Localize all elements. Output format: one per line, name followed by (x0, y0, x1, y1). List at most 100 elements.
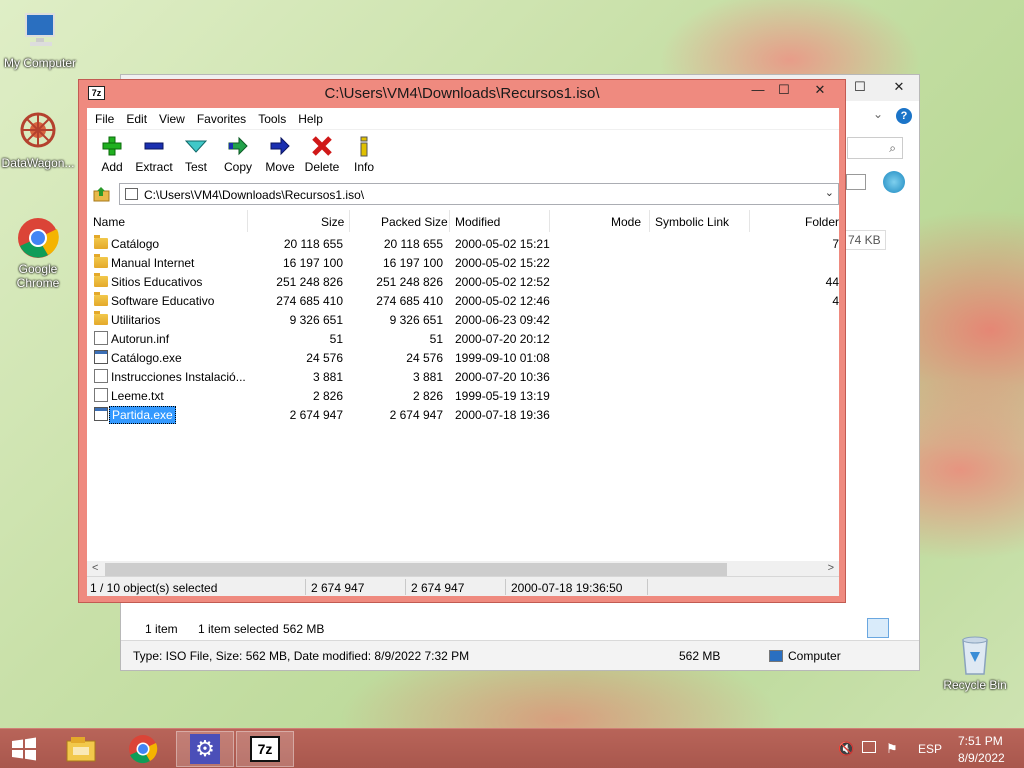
large-icons-view-button[interactable] (891, 618, 911, 638)
text-file-icon (94, 369, 108, 383)
chevron-down-icon[interactable]: ⌄ (825, 186, 834, 199)
column-packed-size[interactable]: Packed Size (381, 215, 448, 229)
menu-edit[interactable]: Edit (120, 112, 153, 126)
help-icon[interactable]: ? (896, 108, 912, 124)
taskbar-7zip[interactable]: 7z (236, 731, 294, 767)
scroll-right-icon[interactable]: > (828, 562, 834, 574)
list-item[interactable]: Manual Internet 16 197 100 16 197 100 20… (87, 253, 839, 272)
7zip-window[interactable]: 7z C:\Users\VM4\Downloads\Recursos1.iso\… (78, 79, 846, 603)
item-folders: 44 (825, 275, 839, 289)
desktop-icon-label: DataWagon... (1, 156, 75, 170)
menu-help[interactable]: Help (292, 112, 329, 126)
item-size: 16 197 100 (282, 256, 343, 270)
item-size: 251 248 826 (276, 275, 343, 289)
chrome-icon (16, 216, 60, 260)
list-item[interactable]: Autorun.inf 51 51 2000-07-20 20:12 (87, 329, 839, 348)
action-center-flag-icon[interactable]: ⚑ (886, 741, 898, 757)
explorer-maximize-button[interactable]: ☐ (845, 77, 875, 97)
shell-icon[interactable] (883, 171, 905, 193)
folder-icon (94, 292, 108, 306)
menu-favorites[interactable]: Favorites (191, 112, 252, 126)
datawagon-icon (16, 110, 60, 154)
column-symbolic-link[interactable]: Symbolic Link (655, 215, 729, 229)
move-button[interactable]: Move (259, 130, 301, 180)
settings-gear-icon: ⚙ (190, 734, 220, 764)
menu-tools[interactable]: Tools (252, 112, 292, 126)
network-icon[interactable] (862, 741, 876, 753)
list-item-selected[interactable]: Partida.exe 2 674 947 2 674 947 2000-07-… (87, 405, 839, 424)
scroll-left-icon[interactable]: < (92, 562, 98, 574)
computer-small-icon (769, 650, 783, 662)
item-packed: 24 576 (406, 351, 443, 365)
chevron-down-icon[interactable]: ⌄ (873, 107, 883, 121)
language-indicator[interactable]: ESP (918, 742, 942, 756)
item-size: 9 326 651 (289, 313, 343, 327)
folder-icon (94, 254, 108, 268)
folder-up-icon (93, 187, 110, 202)
item-size: 51 (329, 332, 343, 346)
item-packed: 251 248 826 (376, 275, 443, 289)
minimize-button[interactable]: — (745, 80, 771, 100)
taskbar-file-explorer[interactable] (52, 731, 110, 767)
windows-logo-icon (12, 737, 36, 761)
maximize-button[interactable]: ☐ (771, 80, 797, 100)
info-label: Info (353, 160, 374, 174)
test-label: Test (184, 160, 207, 174)
delete-button[interactable]: Delete (301, 130, 343, 180)
taskbar-settings[interactable]: ⚙ (176, 731, 234, 767)
explorer-search-box[interactable]: ⌕ (847, 137, 903, 159)
list-item[interactable]: Catálogo.exe 24 576 24 576 1999-09-10 01… (87, 348, 839, 367)
item-name: Autorun.inf (111, 332, 170, 346)
add-button[interactable]: Add (91, 130, 133, 180)
drive-icon (125, 188, 138, 200)
address-value: C:\Users\VM4\Downloads\Recursos1.iso\ (144, 188, 365, 202)
view-toggle-icon[interactable] (846, 174, 866, 190)
column-modified[interactable]: Modified (455, 215, 500, 229)
copy-button[interactable]: Copy (217, 130, 259, 180)
list-item[interactable]: Instrucciones Instalació... 3 881 3 881 … (87, 367, 839, 386)
start-button[interactable] (0, 731, 48, 767)
item-packed: 274 685 410 (376, 294, 443, 308)
file-list[interactable]: Name Size Packed Size Modified Mode Symb… (87, 210, 839, 578)
clock-time[interactable]: 7:51 PM (958, 734, 1003, 748)
test-button[interactable]: Test (175, 130, 217, 180)
up-folder-button[interactable] (91, 183, 113, 205)
list-item[interactable]: Utilitarios 9 326 651 9 326 651 2000-06-… (87, 310, 839, 329)
status-selection: 1 / 10 object(s) selected (90, 581, 218, 595)
item-name: Catálogo (111, 237, 160, 251)
menu-file[interactable]: File (89, 112, 120, 126)
desktop-icon-datawagon[interactable]: DataWagon... (0, 110, 78, 170)
scroll-thumb[interactable] (105, 563, 727, 576)
delete-label: Delete (304, 160, 340, 174)
menu-view[interactable]: View (153, 112, 191, 126)
list-item[interactable]: Leeme.txt 2 826 2 826 1999-05-19 13:19 (87, 386, 839, 405)
clock-date[interactable]: 8/9/2022 (958, 751, 1005, 765)
folder-icon (94, 235, 108, 249)
explorer-close-button[interactable]: ✕ (879, 77, 919, 97)
desktop-icon-my-computer[interactable]: My Computer (0, 10, 80, 70)
taskbar-chrome[interactable] (114, 731, 172, 767)
item-name: Catálogo.exe (111, 351, 182, 365)
list-item[interactable]: Software Educativo 274 685 410 274 685 4… (87, 291, 839, 310)
column-name[interactable]: Name (93, 215, 125, 229)
details-view-button[interactable] (867, 618, 889, 638)
column-size[interactable]: Size (321, 215, 344, 229)
column-folders[interactable]: Folder (805, 215, 839, 229)
item-packed: 3 881 (412, 370, 443, 384)
info-button[interactable]: Info (343, 130, 385, 180)
desktop-icon-recycle-bin[interactable]: Recycle Bin (935, 632, 1015, 692)
desktop-icon-google-chrome[interactable]: Google Chrome (0, 216, 78, 290)
volume-muted-icon[interactable]: 🔇 (838, 741, 854, 757)
extract-button[interactable]: Extract (133, 130, 175, 180)
7zip-titlebar[interactable]: 7z C:\Users\VM4\Downloads\Recursos1.iso\ (79, 80, 845, 108)
list-item[interactable]: Catálogo 20 118 655 20 118 655 2000-05-0… (87, 234, 839, 253)
list-item[interactable]: Sitios Educativos 251 248 826 251 248 82… (87, 272, 839, 291)
taskbar: ⚙ 7z 🔇 ⚑ ESP 7:51 PM 8/9/2022 (0, 728, 1024, 768)
folder-icon (94, 311, 108, 325)
address-input[interactable]: C:\Users\VM4\Downloads\Recursos1.iso\ ⌄ (119, 183, 839, 205)
column-mode[interactable]: Mode (611, 215, 641, 229)
status-size: 2 674 947 (311, 581, 365, 595)
7zip-client-area: File Edit View Favorites Tools Help Add … (87, 108, 839, 596)
status-bar: 1 / 10 object(s) selected 2 674 947 2 67… (87, 576, 839, 596)
close-button[interactable]: ✕ (797, 80, 843, 100)
